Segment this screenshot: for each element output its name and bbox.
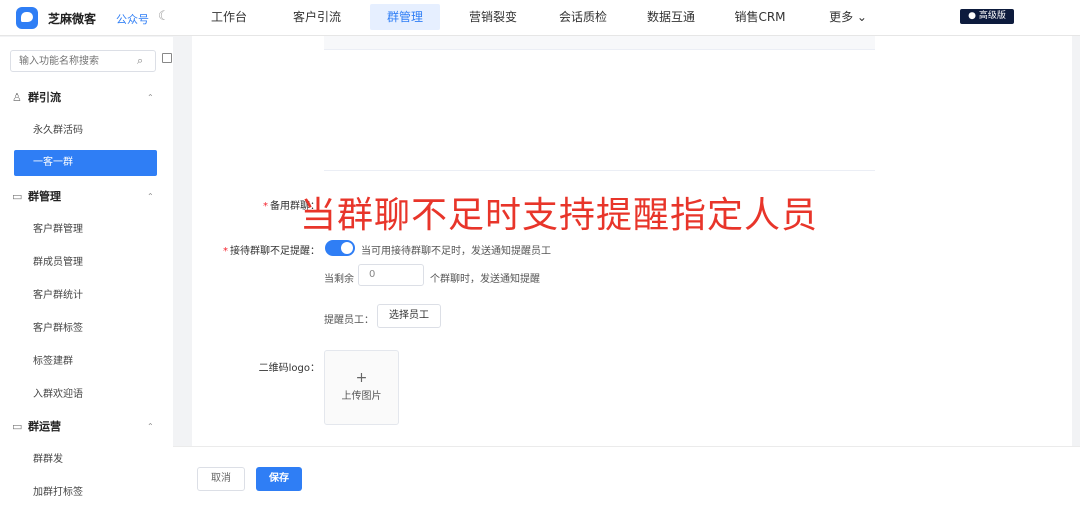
- sidebar-item-welcome-message[interactable]: 入群欢迎语: [14, 382, 157, 408]
- backup-group-table-header: [324, 36, 875, 50]
- chat-icon: ▭: [12, 190, 23, 203]
- sidebar-item-group-broadcast[interactable]: 群群发: [14, 447, 157, 473]
- nav-item-workbench[interactable]: 工作台: [198, 4, 260, 30]
- overlay-caption: 当群聊不足时支持提醒指定人员: [300, 195, 819, 236]
- notify-toggle[interactable]: [325, 240, 355, 256]
- qr-logo-label: 二维码logo：: [258, 363, 320, 374]
- nav-item-session-audit[interactable]: 会话质检: [550, 4, 616, 30]
- top-bar: 芝麻微客 公众号 ☾ 工作台 客户引流 群管理 营销裂变 会话质检 数据互通 销…: [0, 0, 1080, 36]
- chevron-up-icon[interactable]: ⌃: [147, 88, 154, 108]
- upload-logo-box[interactable]: + 上传图片: [324, 350, 399, 425]
- nav-item-customer-traffic[interactable]: 客户引流: [284, 4, 350, 30]
- chevron-up-icon[interactable]: ⌃: [147, 187, 154, 207]
- save-button[interactable]: 保存: [256, 467, 302, 491]
- chevron-up-icon[interactable]: ⌃: [147, 417, 154, 437]
- layout-icon[interactable]: [162, 53, 172, 63]
- table-divider: [324, 170, 875, 171]
- sidebar-item-join-group-tagging[interactable]: 加群打标签: [14, 480, 157, 506]
- brand-name: 芝麻微客: [48, 12, 97, 26]
- remind-staff-label: 提醒员工：: [324, 315, 374, 326]
- sidebar-item-one-customer-one-group[interactable]: 一客一群: [14, 150, 157, 176]
- remaining-suffix: 个群聊时，发送通知提醒: [430, 274, 540, 285]
- sidebar-item-permanent-qr[interactable]: 永久群活码: [14, 118, 157, 144]
- group-title-operation[interactable]: ▭ 群运营: [12, 417, 61, 437]
- chat-icon: ▭: [12, 420, 23, 433]
- remaining-prefix: 当剩余: [324, 274, 354, 285]
- remaining-count-input[interactable]: 0: [358, 264, 424, 286]
- sidebar-item-customer-group-stats[interactable]: 客户群统计: [14, 283, 157, 309]
- search-icon[interactable]: ⌕: [137, 54, 143, 68]
- plus-icon: +: [355, 370, 368, 386]
- nav-item-more[interactable]: 更多 ⌄: [822, 4, 874, 30]
- channel-link[interactable]: 公众号: [116, 11, 149, 27]
- nav-item-sales-crm[interactable]: 销售CRM: [725, 4, 795, 30]
- nav-item-marketing-fission[interactable]: 营销裂变: [460, 4, 526, 30]
- footer-bar: 取消 保存: [173, 446, 1080, 506]
- nav-item-group-management[interactable]: 群管理: [370, 4, 440, 30]
- logo-icon[interactable]: [16, 7, 38, 29]
- group-title-management[interactable]: ▭ 群管理: [12, 187, 61, 207]
- nav-item-data-sync[interactable]: 数据互通: [638, 4, 704, 30]
- moon-icon[interactable]: ☾: [158, 9, 170, 24]
- group-title-traffic[interactable]: ♙ 群引流: [12, 88, 61, 108]
- edition-badge: ● 高级版: [960, 9, 1014, 24]
- sidebar-item-customer-group-management[interactable]: 客户群管理: [14, 217, 157, 243]
- user-group-icon: ♙: [12, 91, 22, 104]
- sidebar: ⌕ ♙群引流 ⌃ 永久群活码 一客一群 ▭群管理 ⌃ 客户群管理 群成员管理 客…: [0, 37, 173, 506]
- sidebar-item-tag-build-group[interactable]: 标签建群: [14, 349, 157, 375]
- menu-search-input[interactable]: [10, 50, 156, 72]
- notify-label: * 接待群聊不足提醒：: [223, 246, 320, 257]
- notify-hint: 当可用接待群聊不足时，发送通知提醒员工: [361, 246, 551, 257]
- cancel-button[interactable]: 取消: [197, 467, 245, 491]
- main-content: * 备用群聊： * 接待群聊不足提醒： 当可用接待群聊不足时，发送通知提醒员工 当剩…: [192, 36, 1072, 456]
- sidebar-item-group-member-management[interactable]: 群成员管理: [14, 250, 157, 276]
- upload-text: 上传图片: [341, 391, 382, 402]
- select-staff-button[interactable]: 选择员工: [377, 304, 441, 328]
- sidebar-item-customer-group-tags[interactable]: 客户群标签: [14, 316, 157, 342]
